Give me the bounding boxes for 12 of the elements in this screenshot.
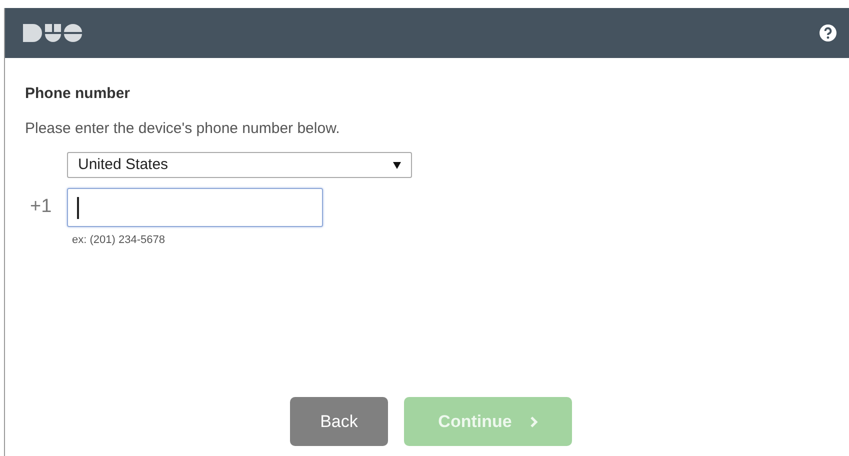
logo-icon (23, 24, 85, 42)
instruction-text: Please enter the device's phone number below. (25, 118, 341, 138)
chevron-right-icon (530, 416, 538, 428)
country-code: +1 (29, 195, 53, 220)
country-select[interactable]: United States (67, 152, 412, 178)
help-icon[interactable] (819, 24, 837, 42)
phone-hint: ex: (201) 234-5678 (72, 233, 166, 248)
section-heading: Phone number (25, 84, 132, 104)
phone-input[interactable] (67, 188, 323, 227)
dropdown-arrow-icon (393, 162, 401, 168)
back-button[interactable]: Back (290, 397, 388, 446)
text-cursor (77, 196, 78, 218)
